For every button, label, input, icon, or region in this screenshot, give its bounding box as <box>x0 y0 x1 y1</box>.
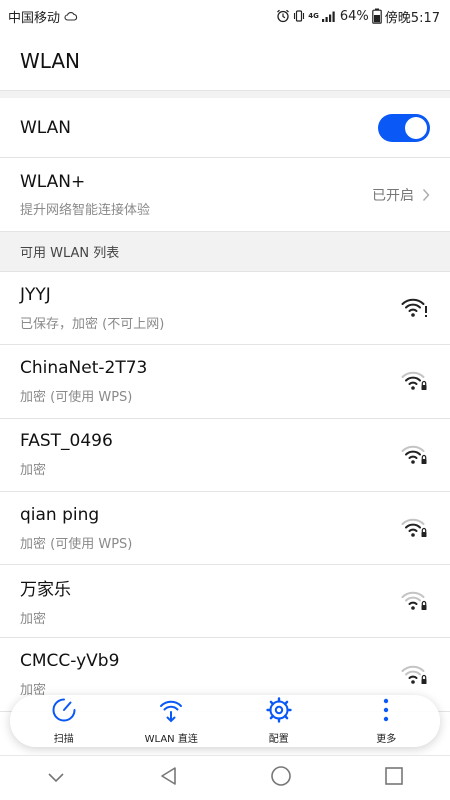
status-right: 4G 64% 傍晚5:17 <box>276 7 440 26</box>
wlan-plus-title: WLAN+ <box>20 171 86 192</box>
network-status: 加密 (可使用 WPS) <box>20 389 133 405</box>
network-list-item[interactable]: qian ping 加密 (可使用 WPS) <box>0 492 450 566</box>
toggle-knob <box>405 116 427 139</box>
status-bar: 中国移动 4G 64% 傍晚5:17 <box>0 0 450 32</box>
wlan-toggle-label: WLAN <box>20 117 72 138</box>
bottom-action-bar: 扫描 WLAN 直连 配置 更多 <box>10 695 440 747</box>
more-button[interactable]: 更多 <box>341 695 431 747</box>
more-icon <box>373 697 399 727</box>
wlan-plus-value: 已开启 <box>372 187 414 204</box>
wlan-plus-row[interactable]: WLAN+ 提升网络智能连接体验 已开启 <box>0 158 450 232</box>
network-list-item[interactable]: JYYJ 已保存，加密 (不可上网) <box>0 272 450 346</box>
wifi-lock-icon <box>400 590 430 612</box>
carrier-label: 中国移动 <box>8 10 61 26</box>
wifi-warning-icon <box>400 297 430 319</box>
nav-home-button[interactable] <box>251 758 311 798</box>
recents-square-icon <box>384 766 404 790</box>
network-name: JYYJ <box>20 284 51 305</box>
wifi-lock-icon <box>400 370 430 392</box>
wlan-plus-text: WLAN+ 提升网络智能连接体验 <box>20 172 150 218</box>
nav-back-button[interactable] <box>139 758 199 798</box>
network-info: 万家乐 加密 <box>20 575 71 627</box>
scan-label: 扫描 <box>53 734 74 745</box>
alarm-icon <box>276 9 290 23</box>
network-status: 加密 <box>20 463 47 479</box>
scan-button[interactable]: 扫描 <box>19 695 109 747</box>
network-info: qian ping 加密 (可使用 WPS) <box>20 505 132 552</box>
network-list-item[interactable]: 万家乐 加密 <box>0 565 450 639</box>
network-list-item[interactable]: ChinaNet-2T73 加密 (可使用 WPS) <box>0 345 450 419</box>
wifi-direct-label: WLAN 直连 <box>144 734 198 745</box>
network-name: CMCC-yVb9 <box>20 651 120 672</box>
configure-label: 配置 <box>268 734 289 745</box>
network-list-item[interactable]: FAST_0496 加密 <box>0 419 450 492</box>
network-info: FAST_0496 加密 <box>20 431 113 478</box>
wifi-direct-button[interactable]: WLAN 直连 <box>126 695 216 747</box>
wlan-plus-status: 已开启 <box>372 185 430 205</box>
signal-icon <box>321 10 337 23</box>
nav-recents-button[interactable] <box>364 758 424 798</box>
wlan-toggle-row[interactable]: WLAN <box>0 98 450 158</box>
available-networks-header: 可用 WLAN 列表 <box>0 232 450 272</box>
weather-cloud-icon <box>64 11 78 21</box>
network-name: qian ping <box>20 504 100 525</box>
more-label: 更多 <box>376 734 397 745</box>
home-circle-icon <box>270 765 292 791</box>
app-bar: WLAN <box>0 32 450 90</box>
wifi-lock-icon <box>400 444 430 466</box>
wlan-toggle-switch[interactable] <box>378 113 430 142</box>
page-title: WLAN <box>20 49 81 73</box>
clock-time: 傍晚5:17 <box>384 10 440 26</box>
nav-hide-button[interactable] <box>26 758 86 798</box>
back-triangle-icon <box>160 766 178 790</box>
chevron-right-icon <box>422 188 430 202</box>
configure-button[interactable]: 配置 <box>234 695 324 747</box>
network-info: CMCC-yVb9 加密 <box>20 651 119 698</box>
gear-icon <box>266 697 292 727</box>
network-type-label: 4G <box>308 11 319 20</box>
chevron-down-icon <box>47 769 65 788</box>
status-left: 中国移动 <box>8 7 78 26</box>
network-status: 已保存，加密 (不可上网) <box>20 316 165 332</box>
network-status: 加密 <box>20 612 47 628</box>
scan-icon <box>51 697 77 727</box>
wlan-plus-subtitle: 提升网络智能连接体验 <box>20 202 151 218</box>
network-info: ChinaNet-2T73 加密 (可使用 WPS) <box>20 358 147 405</box>
vibrate-icon <box>293 9 305 23</box>
wifi-lock-icon <box>400 664 430 686</box>
section-divider <box>0 90 450 98</box>
network-name: ChinaNet-2T73 <box>20 357 148 378</box>
battery-percent: 64% <box>339 8 369 24</box>
system-nav-bar <box>0 755 450 800</box>
network-info: JYYJ 已保存，加密 (不可上网) <box>20 285 164 332</box>
wifi-direct-icon <box>158 697 184 727</box>
network-name: 万家乐 <box>20 580 71 601</box>
network-status: 加密 (可使用 WPS) <box>20 536 133 552</box>
network-name: FAST_0496 <box>20 431 113 452</box>
battery-icon <box>371 8 382 24</box>
network-list: JYYJ 已保存，加密 (不可上网) ChinaNet-2T73 加密 (可使用… <box>0 272 450 712</box>
wifi-lock-icon <box>400 517 430 539</box>
